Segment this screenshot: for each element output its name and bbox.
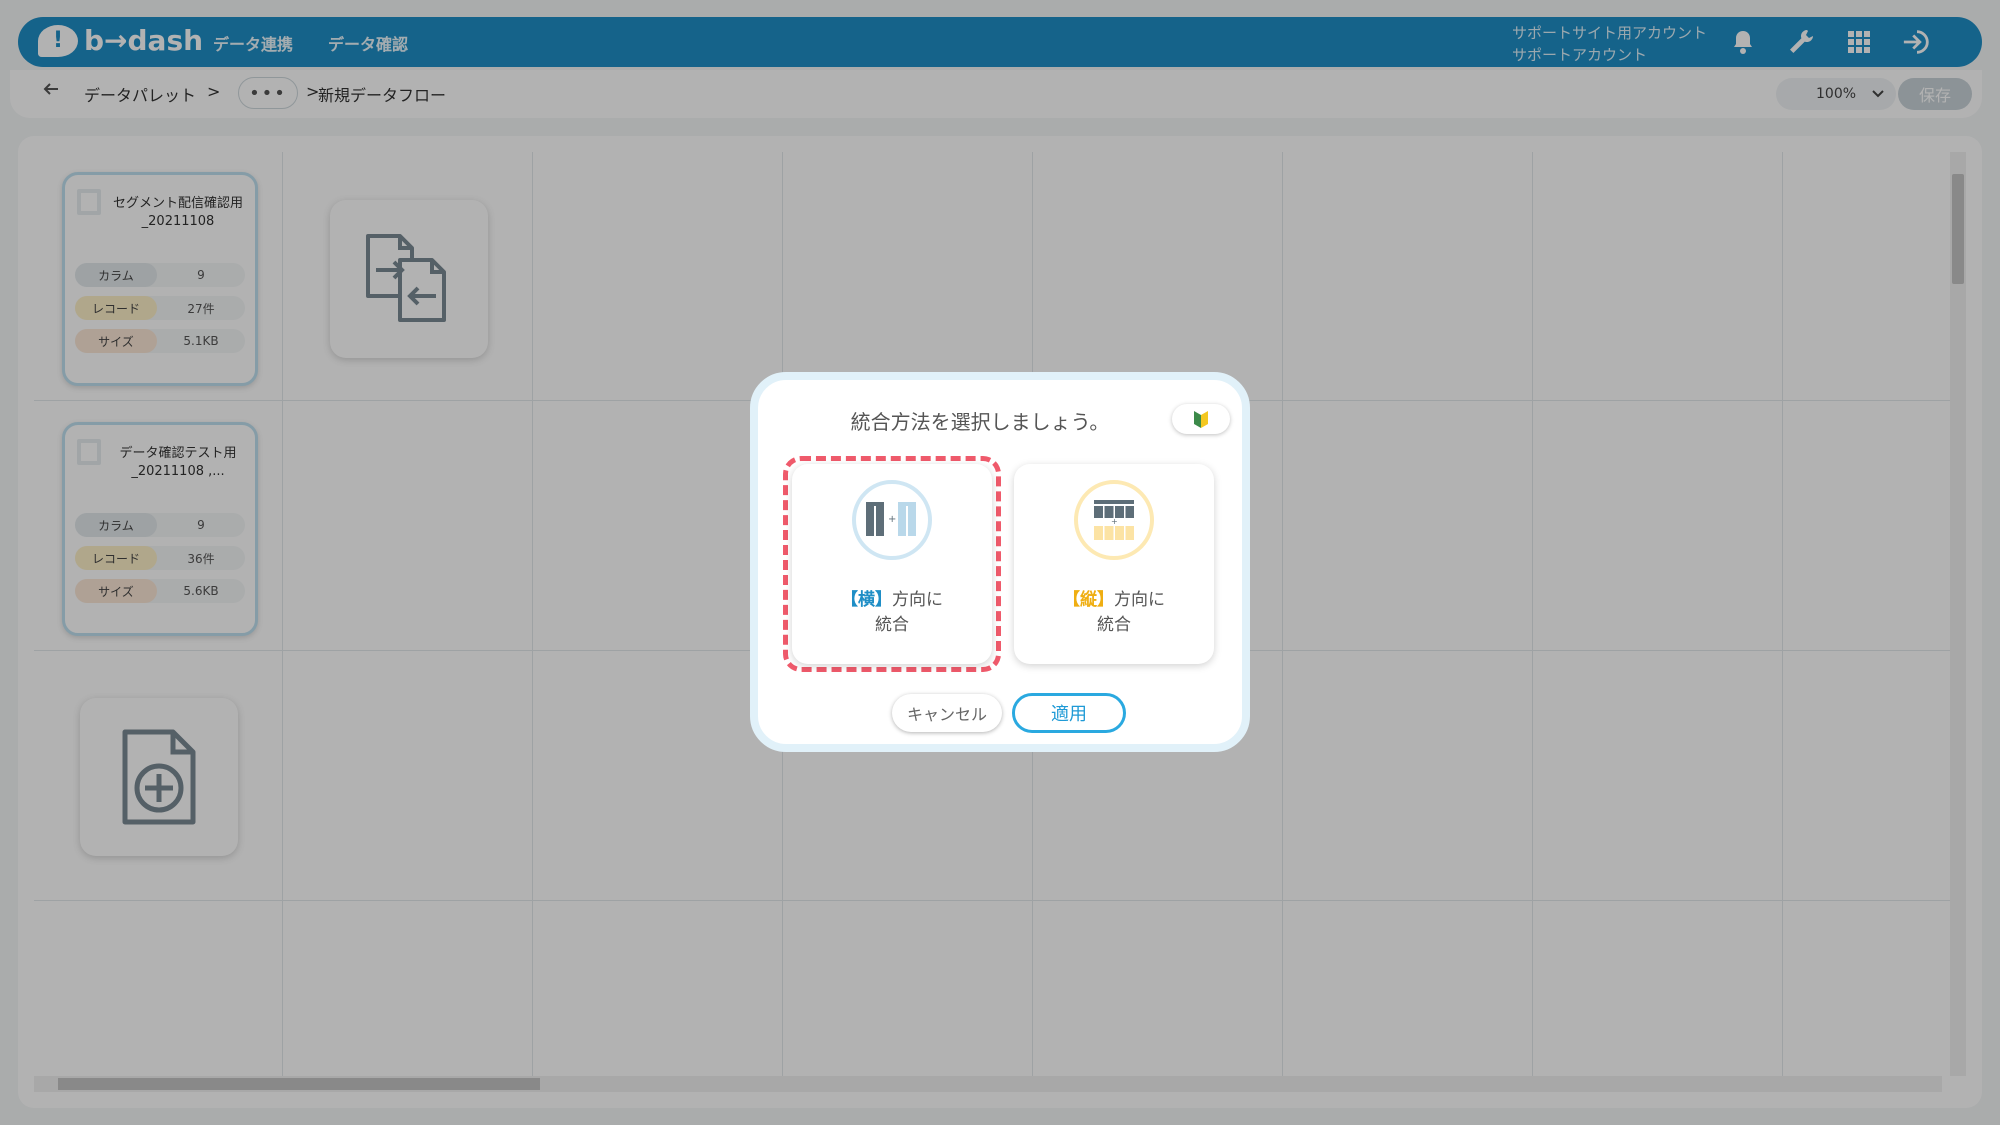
option-direction: 【横】 xyxy=(841,590,892,610)
option-text: 方向に xyxy=(1114,590,1165,610)
beginner-mark-icon xyxy=(1194,411,1208,428)
apply-button[interactable]: 適用 xyxy=(1012,693,1126,733)
svg-text:+: + xyxy=(1111,517,1118,526)
vertical-merge-label: 【縦】方向に 統合 xyxy=(1014,588,1214,638)
option-text: 統合 xyxy=(875,615,909,635)
beginner-guide-button[interactable] xyxy=(1172,404,1230,434)
option-text: 方向に xyxy=(892,590,943,610)
horizontal-merge-option[interactable]: + 【横】方向に 統合 xyxy=(792,464,992,664)
horizontal-merge-icon: + xyxy=(852,480,932,560)
svg-text:+: + xyxy=(888,514,896,525)
vertical-merge-option[interactable]: + 【縦】方向に 統合 xyxy=(1014,464,1214,664)
option-direction: 【縦】 xyxy=(1063,590,1114,610)
horizontal-merge-label: 【横】方向に 統合 xyxy=(792,588,992,638)
vertical-merge-icon: + xyxy=(1074,480,1154,560)
option-text: 統合 xyxy=(1097,615,1131,635)
cancel-button[interactable]: キャンセル xyxy=(892,694,1002,732)
merge-method-dialog: 統合方法を選択しましょう。 + 【横】方向に 統合 + 【縦】方向に 統合 キャ… xyxy=(750,372,1250,752)
dialog-title: 統合方法を選択しましょう。 xyxy=(850,410,1110,434)
